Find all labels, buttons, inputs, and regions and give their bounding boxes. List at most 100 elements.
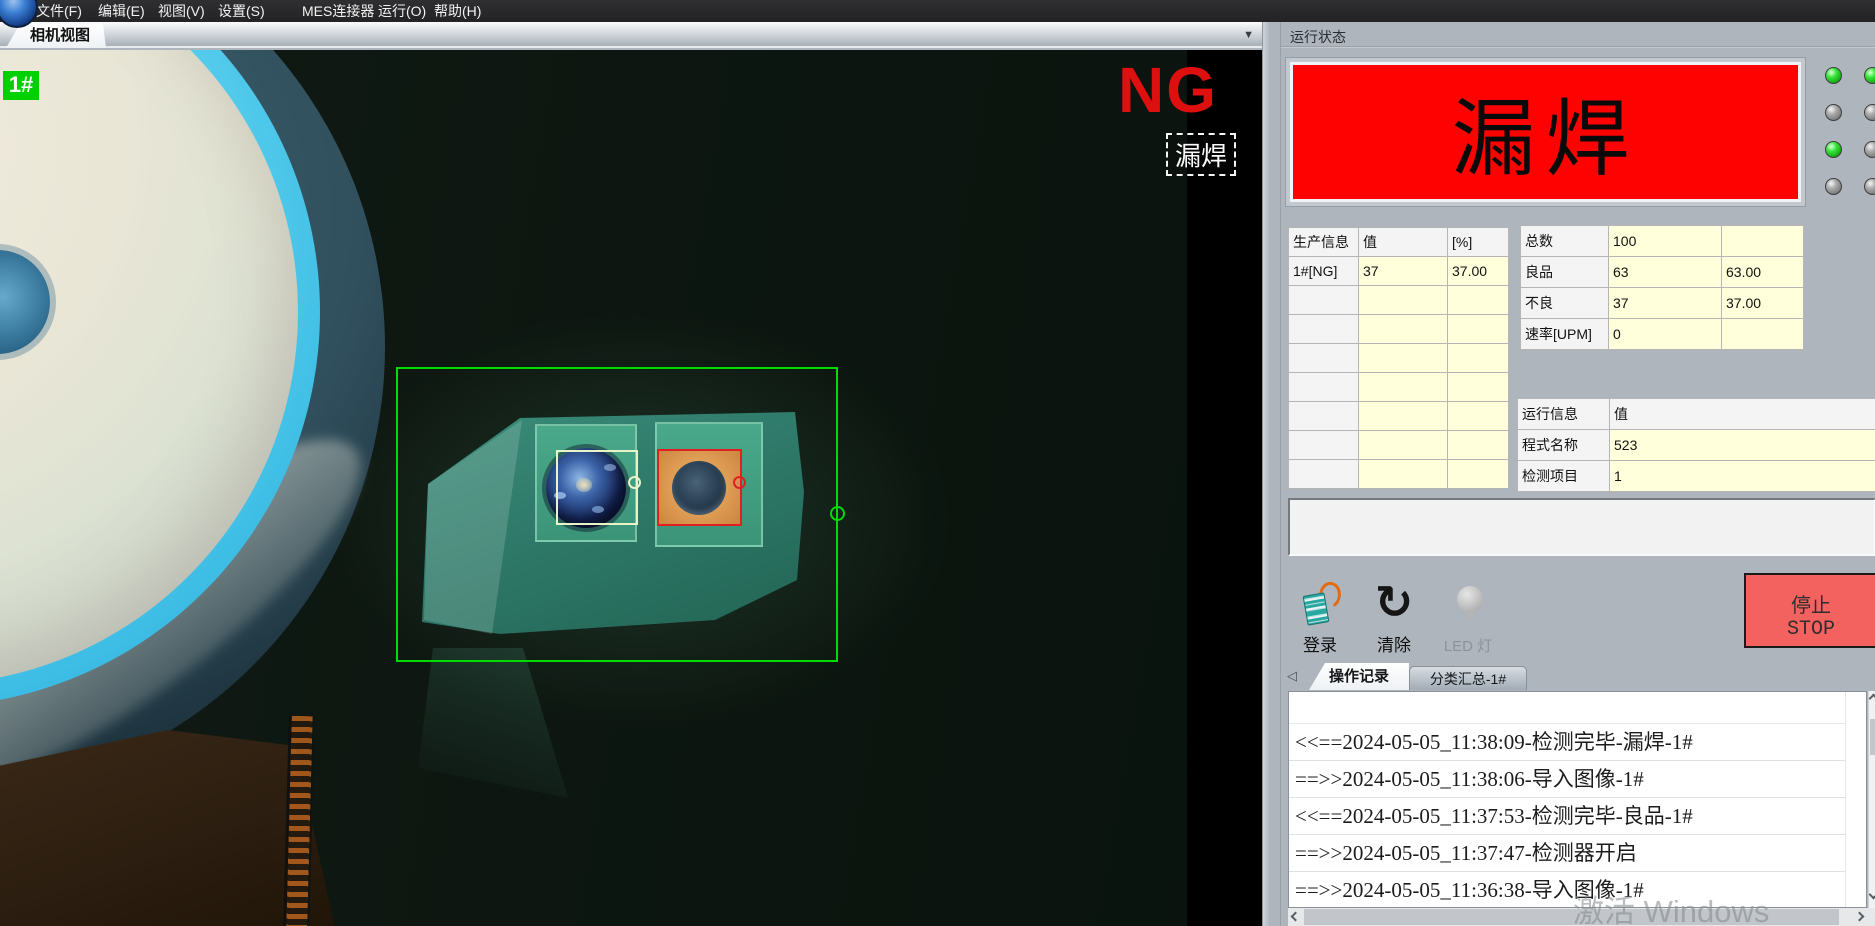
log-entry[interactable]: ==>>2024-05-05_11:38:06-导入图像-1#: [1289, 761, 1845, 798]
cell: [1722, 226, 1804, 257]
led-indicator-green: [1864, 67, 1875, 84]
cell: 1: [1610, 461, 1875, 492]
id-badge-icon: [1303, 584, 1343, 628]
log-entry[interactable]: ==>>2024-05-05_11:37:47-检测器开启: [1289, 835, 1845, 872]
table-row: [1289, 460, 1509, 489]
led-label: LED 灯: [1433, 635, 1503, 656]
result-ng-label: NG: [1118, 58, 1218, 122]
panel-splitter[interactable]: [1262, 22, 1280, 926]
cell: 1#[NG]: [1289, 257, 1359, 286]
led-indicator-gray: [1825, 178, 1842, 195]
cell: 检测项目: [1518, 461, 1610, 492]
activate-windows-watermark-sub: 转到"设置"以激活 Windows。: [1573, 921, 1782, 926]
cell: 63: [1609, 257, 1722, 288]
operation-log-list: <<==2024-05-05_11:38:09-检测完毕-漏焊-1# ==>>2…: [1288, 691, 1867, 908]
led-indicator-gray: [1864, 178, 1875, 195]
menu-edit[interactable]: 编辑(E): [92, 0, 151, 22]
table-header-row: 运行信息 值: [1518, 399, 1875, 430]
run-info-table: 运行信息 值 程式名称 523 检测项目 1: [1517, 398, 1875, 492]
table-row: 不良 37 37.00: [1521, 288, 1804, 319]
cell: 63.00: [1722, 257, 1804, 288]
col-header: 值: [1610, 399, 1875, 430]
statistics-table: 总数 100 良品 63 63.00 不良 37 37.00 速率[UPM] 0: [1520, 225, 1804, 350]
cell: [1722, 319, 1804, 350]
tab-classification-summary[interactable]: 分类汇总-1#: [1409, 666, 1527, 690]
table-row: 良品 63 63.00: [1521, 257, 1804, 288]
stop-label-cn: 停止: [1746, 589, 1875, 618]
menu-mes-connector[interactable]: MES连接器: [296, 0, 380, 22]
log-column-line: [1845, 692, 1846, 908]
status-banner-text: 漏焊: [1451, 72, 1639, 193]
fixture-pad-strip: [283, 716, 315, 926]
tab-scroll-left-icon[interactable]: ◁: [1287, 668, 1301, 684]
led-indicator-green: [1825, 141, 1842, 158]
roi-handle[interactable]: [830, 506, 845, 521]
scroll-left-icon[interactable]: [1291, 912, 1301, 922]
col-header: 生产信息: [1289, 228, 1359, 257]
cell: 37.00: [1448, 257, 1509, 286]
title-separator: [1281, 46, 1875, 48]
clear-label: 清除: [1359, 631, 1429, 656]
table-row: [1289, 373, 1509, 402]
cell: 37: [1609, 288, 1722, 319]
refresh-arrow-icon: ↻: [1359, 574, 1429, 630]
menu-settings[interactable]: 设置(S): [212, 0, 271, 22]
cell: 速率[UPM]: [1521, 319, 1609, 350]
menu-bar: 文件(F) 编辑(E) 视图(V) 设置(S) MES连接器 运行(O) 帮助(…: [0, 0, 1875, 22]
cell: 总数: [1521, 226, 1609, 257]
menu-file[interactable]: 文件(F): [30, 0, 88, 22]
led-light-button[interactable]: LED 灯: [1433, 578, 1503, 658]
table-row: 总数 100: [1521, 226, 1804, 257]
table-row: [1289, 402, 1509, 431]
cell: 0: [1609, 319, 1722, 350]
scroll-down-icon[interactable]: [1869, 890, 1875, 900]
col-header: 运行信息: [1518, 399, 1610, 430]
image-black-margin: [1187, 50, 1262, 926]
table-row: [1289, 315, 1509, 344]
log-entry[interactable]: <<==2024-05-05_11:38:09-检测完毕-漏焊-1#: [1289, 724, 1845, 761]
scroll-right-icon[interactable]: [1855, 912, 1865, 922]
run-status-panel: 运行状态 漏焊 生产信息 值 [%] 1#[NG] 37 37.00: [1280, 22, 1875, 926]
login-label: 登录: [1285, 631, 1355, 656]
menu-help[interactable]: 帮助(H): [428, 0, 487, 22]
chevron-down-icon[interactable]: ▼: [1243, 29, 1254, 41]
stop-button[interactable]: 停止 STOP: [1744, 573, 1875, 648]
log-vertical-scrollbar[interactable]: [1868, 691, 1875, 908]
defect-name-tag: 漏焊: [1166, 133, 1236, 176]
clear-button[interactable]: ↻ 清除: [1359, 578, 1429, 658]
tab-operation-log[interactable]: 操作记录: [1309, 663, 1409, 690]
cell: 良品: [1521, 257, 1609, 288]
led-grid: [1825, 67, 1875, 195]
log-entry[interactable]: <<==2024-05-05_11:37:53-检测完毕-良品-1#: [1289, 798, 1845, 835]
app-window: 文件(F) 编辑(E) 视图(V) 设置(S) MES连接器 运行(O) 帮助(…: [0, 0, 1875, 926]
production-table: 生产信息 值 [%] 1#[NG] 37 37.00: [1288, 227, 1509, 489]
table-row: [1289, 286, 1509, 315]
table-row: [1289, 431, 1509, 460]
vscroll-thumb[interactable]: [1870, 719, 1875, 755]
cell: 不良: [1521, 288, 1609, 319]
login-button[interactable]: 登录: [1285, 578, 1355, 658]
col-header: [%]: [1448, 228, 1509, 257]
led-indicator-gray: [1825, 104, 1842, 121]
led-indicator-green: [1825, 67, 1842, 84]
cell: 100: [1609, 226, 1722, 257]
panel-title: 运行状态: [1290, 27, 1346, 47]
scroll-up-icon[interactable]: [1869, 694, 1875, 704]
table-row: [1289, 344, 1509, 373]
cell: 程式名称: [1518, 430, 1610, 461]
stop-label-en: STOP: [1746, 618, 1875, 641]
status-banner: 漏焊: [1290, 62, 1801, 202]
led-indicator-gray: [1864, 141, 1875, 158]
led-indicator-gray: [1864, 104, 1875, 121]
roi-box[interactable]: [396, 367, 838, 662]
bulb-icon: [1457, 586, 1483, 612]
camera-tab-bar: 相机视图 ▼: [0, 22, 1262, 48]
message-box: [1288, 498, 1875, 556]
menu-run[interactable]: 运行(O): [372, 0, 432, 22]
cell: 523: [1610, 430, 1875, 461]
table-row: 程式名称 523: [1518, 430, 1875, 461]
table-header-row: 生产信息 值 [%]: [1289, 228, 1509, 257]
menu-view[interactable]: 视图(V): [152, 0, 211, 22]
status-banner-frame: 漏焊: [1285, 57, 1806, 207]
table-row: 速率[UPM] 0: [1521, 319, 1804, 350]
